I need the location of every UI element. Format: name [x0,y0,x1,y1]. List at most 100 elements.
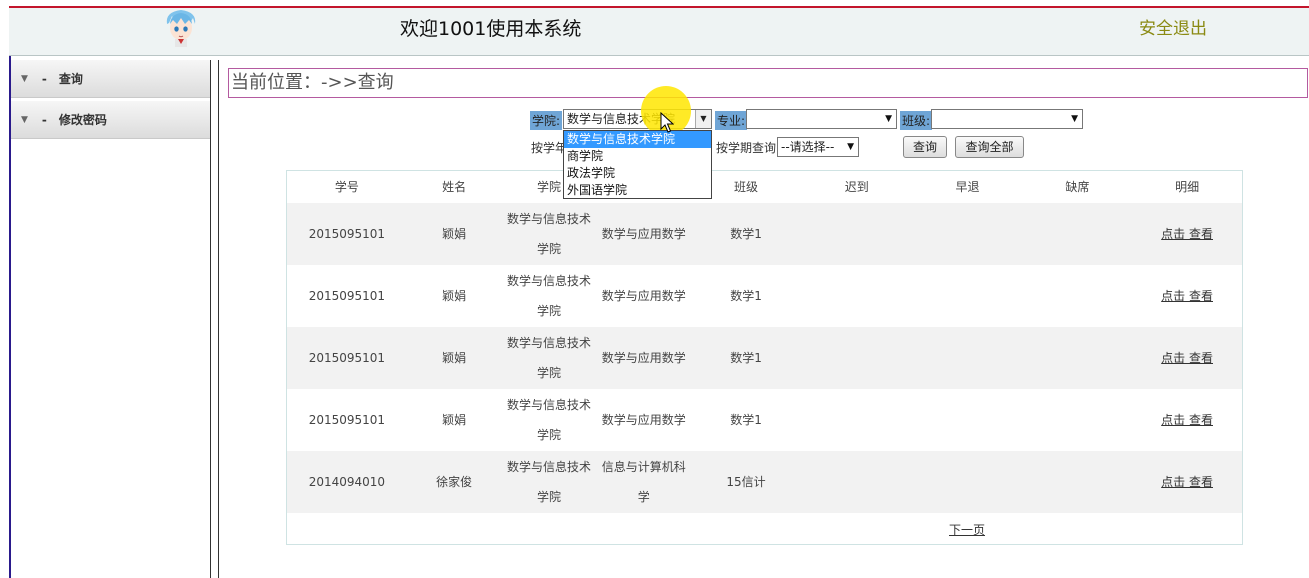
table-cell: 数学1 [691,265,801,327]
table-row: 2014094010 徐家俊 数学与信息技术 学院 信息与计算机科学 15信计 点击 查看 [287,451,1242,513]
breadcrumb: 当前位置：->>查询 [228,68,1308,98]
table-cell: 颖娟 [407,389,502,451]
table-cell-text: 2015095101 [308,351,386,365]
column-header: 迟到 [844,180,869,194]
column-header: 早退 [955,180,980,194]
class-label: 班级: [900,111,933,130]
sidebar-item-query[interactable]: ▼ - 查询 [11,60,210,98]
table-cell: 15信计 [691,451,801,513]
column-header: 姓名 [442,180,467,194]
table-cell[interactable]: 点击 查看 [1132,203,1242,265]
table-cell-text: 颖娟 [442,413,467,427]
dropdown-option[interactable]: 商学院 [564,148,711,165]
table-cell [913,203,1023,265]
table-cell: 数学1 [691,389,801,451]
table-cell-text: 颖娟 [442,351,467,365]
table-cell: 2015095101 [287,327,407,389]
table-cell-line: 数学与信息技术 [506,460,591,474]
query-all-button[interactable]: 查询全部 [955,136,1024,158]
detail-link[interactable]: 点击 查看 [1161,405,1213,435]
table-cell: 2015095101 [287,389,407,451]
table-cell [801,203,913,265]
detail-link[interactable]: 点击 查看 [1161,343,1213,373]
college-dropdown-list[interactable]: 数学与信息技术学院 商学院 政法学院 外国语学院 [563,130,712,199]
table-cell [1022,327,1132,389]
table-cell[interactable]: 点击 查看 [1132,327,1242,389]
table-cell: 数学与信息技术 学院 [502,265,597,327]
dropdown-option[interactable]: 外国语学院 [564,182,711,199]
table-cell [801,389,913,451]
table-cell: 数学与信息技术 学院 [502,327,597,389]
table-cell [801,327,913,389]
table-cell-line: 数学与信息技术 [506,398,591,412]
column-header: 学号 [334,180,359,194]
table-cell: 颖娟 [407,203,502,265]
table-body: 2015095101 颖娟 数学与信息技术 学院 数学与应用数学 数学1 点击 查看 2015… [287,203,1242,513]
major-select[interactable]: ▼ [746,109,897,129]
table-cell: 徐家俊 [407,451,502,513]
table-cell-line: 数学与信息技术 [506,336,591,350]
table-cell [1022,451,1132,513]
sidebar-item-label: 查询 [58,72,83,86]
table-cell: 数学与信息技术 学院 [502,451,597,513]
college-label: 学院: [530,111,563,130]
table-cell-line: 学院 [536,366,561,380]
table-cell: 2014094010 [287,451,407,513]
table-cell: 颖娟 [407,265,502,327]
table-cell-line: 数学与信息技术 [506,212,591,226]
table-cell-line: 数学与应用数学 [601,351,686,365]
table-cell: 信息与计算机科学 [596,451,691,513]
chevron-down-icon[interactable]: ▼ [695,110,711,128]
table-cell-line: 数学与信息技术 [506,274,591,288]
dropdown-option[interactable]: 数学与信息技术学院 [564,131,711,148]
attendance-table: 学号 姓名 学院 专业 班级 迟到 早退 缺席 明细 2015095101颖娟数… [286,170,1243,545]
content-divider [218,60,219,578]
table-cell: 数学与应用数学 [596,327,691,389]
table-cell-line: 学院 [536,242,561,256]
table-cell[interactable]: 点击 查看 [1132,451,1242,513]
logout-link[interactable]: 安全退出 [1139,14,1207,39]
table-cell-text: 2015095101 [308,289,386,303]
table-cell[interactable]: 点击 查看 [1132,265,1242,327]
table-cell: 数学与信息技术 学院 [502,389,597,451]
class-select[interactable]: ▼ [931,109,1083,129]
table-cell-text: 数学1 [730,227,762,241]
sidebar: ▼ - 查询 ▼ - 修改密码 [11,60,211,578]
query-button[interactable]: 查询 [903,136,947,158]
table-cell-line: 数学与应用数学 [601,413,686,427]
table-cell-line: 学院 [536,490,561,504]
table-header: 学号 姓名 学院 专业 班级 迟到 早退 缺席 明细 [287,171,1242,203]
table-cell-text: 徐家俊 [436,475,473,489]
table-cell-text: 2015095101 [308,227,386,241]
detail-link[interactable]: 点击 查看 [1161,281,1213,311]
table-cell-text: 2014094010 [308,475,386,489]
term-select-value: --请选择-- [781,140,835,154]
dropdown-option[interactable]: 政法学院 [564,165,711,182]
sidebar-item-change-password[interactable]: ▼ - 修改密码 [11,101,210,139]
table-cell [1022,203,1132,265]
table-cell [1022,265,1132,327]
column-header: 缺席 [1065,180,1090,194]
table-cell: 数学1 [691,327,801,389]
table-cell [913,327,1023,389]
major-label: 专业: [715,111,748,130]
table-cell-text: 2015095101 [308,413,386,427]
detail-link[interactable]: 点击 查看 [1161,467,1213,497]
table-cell [1022,389,1132,451]
chevron-down-icon: ▼ [847,142,854,152]
table-cell-text: 数学1 [730,289,762,303]
year-label: 按学年 [531,141,568,155]
header [9,6,1309,56]
table-cell-text: 数学1 [730,413,762,427]
table-cell [913,389,1023,451]
next-page-link[interactable]: 下一页 [949,521,985,538]
detail-link[interactable]: 点击 查看 [1161,219,1213,249]
table-cell[interactable]: 点击 查看 [1132,389,1242,451]
sidebar-item-label: 修改密码 [58,113,107,127]
table-cell: 数学1 [691,203,801,265]
chevron-down-icon: ▼ [885,114,892,124]
table-cell-line: 数学与应用数学 [601,227,686,241]
table-cell-text: 15信计 [726,475,766,489]
term-select[interactable]: --请选择-- ▼ [777,137,859,157]
table-cell: 数学与应用数学 [596,265,691,327]
